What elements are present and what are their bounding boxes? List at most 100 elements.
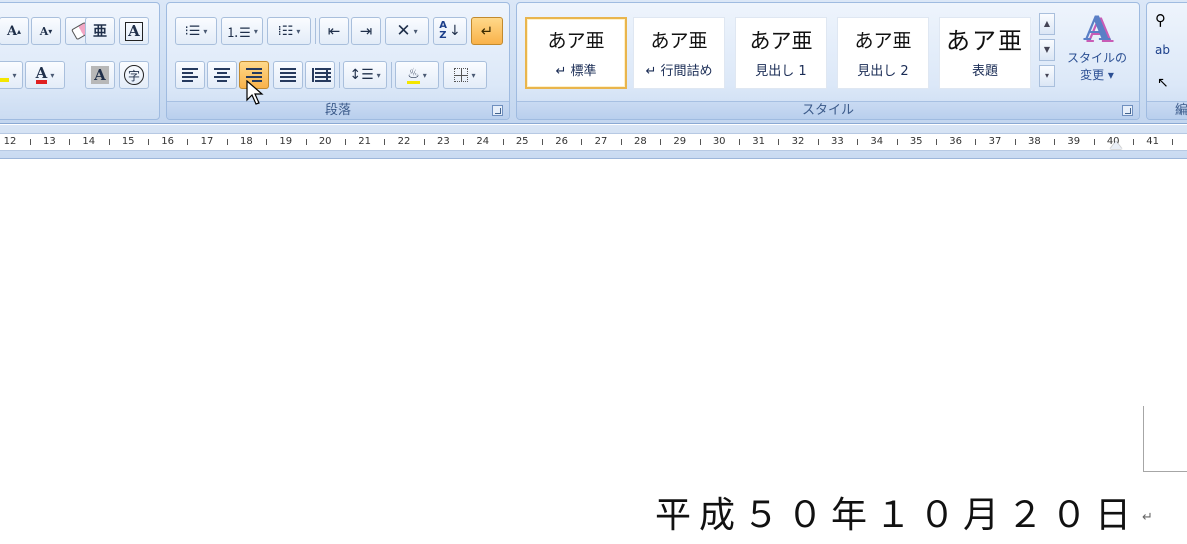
ruler-tick	[620, 139, 622, 145]
horizontal-ruler[interactable]: 12 13 14 15 16 17 18 19 20 21 22 23 24 25 26 27 28 29 30 31…	[0, 125, 1187, 159]
styles-dialog-launcher[interactable]	[1122, 105, 1133, 116]
ruler-label: 26	[555, 136, 568, 147]
date-paragraph[interactable]: 平成５０年１０月２０日	[655, 486, 1139, 538]
asian-layout-button[interactable]: ✕ ▾	[385, 17, 429, 45]
styles-group: あア亜 ↵ 標準 あア亜 ↵ 行間詰め あア亜 見出し 1 あア亜 見出し 2 …	[516, 2, 1140, 120]
ruler-tick	[817, 139, 819, 145]
paint-bucket-icon: ♨	[407, 65, 420, 84]
bullets-button[interactable]: ⁝☰ ▾	[175, 17, 217, 45]
sort-button[interactable]: AZ ↓	[433, 17, 467, 45]
ruler-tick	[541, 139, 543, 145]
ruler-label: 41	[1146, 136, 1159, 147]
ruler-tick	[1014, 139, 1016, 145]
phonetic-guide-button[interactable]: 亜	[85, 17, 115, 45]
editing-group: ⚲ ab ↖ 編	[1146, 2, 1187, 120]
ruler-tick	[778, 139, 780, 145]
asian-layout-icon: ✕	[396, 21, 411, 41]
ruler-tick	[502, 139, 504, 145]
style-tile-heading-2[interactable]: あア亜 見出し 2	[837, 17, 929, 89]
highlighter-icon	[0, 68, 10, 82]
ruler-label: 16	[161, 136, 174, 147]
ruler-tick	[1172, 139, 1174, 145]
ruler-tick	[1132, 139, 1134, 145]
right-indent-marker[interactable]	[1110, 141, 1122, 149]
gallery-scroll-down[interactable]: ▼	[1039, 39, 1055, 61]
ruler-tick	[1054, 139, 1056, 145]
shading-button[interactable]: ♨ ▾	[395, 61, 439, 89]
show-hide-marks-button[interactable]: ↵	[471, 17, 503, 45]
ruler-label: 37	[988, 136, 1002, 147]
highlight-button[interactable]: ▾	[0, 61, 23, 89]
ruler-strip: 12 13 14 15 16 17 18 19 20 21 22 23 24 25 26 27 28 29 30 31…	[0, 133, 1187, 151]
ruler-label: 12	[3, 136, 17, 147]
ruler-tick	[305, 139, 307, 145]
ruler-label: 35	[909, 136, 923, 147]
ruler-label: 28	[634, 136, 647, 147]
align-left-icon	[182, 68, 198, 82]
character-shading-button[interactable]: A	[85, 61, 115, 89]
mouse-cursor-icon	[246, 80, 264, 105]
sort-icon: AZ	[439, 20, 447, 41]
ruler-tick	[463, 139, 465, 145]
replace-icon[interactable]: ab	[1155, 43, 1170, 57]
justify-button[interactable]	[273, 61, 303, 89]
increase-indent-button[interactable]: ⇥	[351, 17, 381, 45]
select-icon[interactable]: ↖	[1157, 75, 1169, 91]
multilevel-list-button[interactable]: ⁞☷ ▾	[267, 17, 311, 45]
change-styles-button[interactable]: A スタイルの 変更 ▾	[1061, 9, 1133, 95]
ruler-label: 25	[515, 136, 529, 147]
line-spacing-button[interactable]: ↕☰ ▾	[343, 61, 387, 89]
enclose-characters-button[interactable]: 字	[119, 61, 149, 89]
ruler-tick	[699, 139, 701, 145]
font-color-button[interactable]: A ▾	[25, 61, 65, 89]
ruler-label: 13	[43, 136, 56, 147]
style-tile-heading-1[interactable]: あア亜 見出し 1	[735, 17, 827, 89]
grow-font-button[interactable]: A ▴	[0, 17, 29, 45]
borders-button[interactable]: ▾	[443, 61, 487, 89]
style-tile-normal[interactable]: あア亜 ↵ 標準	[525, 17, 627, 89]
character-border-button[interactable]: A	[119, 17, 149, 45]
ruler-tick	[147, 139, 149, 145]
line-spacing-icon: ↕☰	[349, 67, 374, 83]
document-page[interactable]: 平成５０年１０月２０日 ↵	[0, 160, 1187, 544]
increase-indent-icon: ⇥	[359, 22, 373, 40]
ruler-tick	[226, 139, 228, 145]
decrease-indent-icon: ⇤	[327, 22, 341, 40]
ruler-tick	[581, 139, 583, 145]
ruler-label: 22	[397, 136, 411, 147]
ruler-label: 38	[1028, 136, 1041, 147]
style-tile-title[interactable]: あア亜 表題	[939, 17, 1031, 89]
align-center-button[interactable]	[207, 61, 237, 89]
decrease-indent-button[interactable]: ⇤	[319, 17, 349, 45]
distributed-button[interactable]	[305, 61, 335, 89]
ruler-label: 19	[279, 136, 293, 147]
ruler-tick	[738, 139, 740, 145]
paragraph-dialog-launcher[interactable]	[492, 105, 503, 116]
ruler-label: 27	[594, 136, 608, 147]
distributed-icon	[312, 68, 331, 82]
align-left-button[interactable]	[175, 61, 205, 89]
shrink-font-button[interactable]: A ▾	[31, 17, 61, 45]
styles-group-label: スタイル	[517, 101, 1139, 119]
ruler-tick	[69, 139, 71, 145]
ruler-tick	[344, 139, 346, 145]
change-styles-icon: A	[1083, 9, 1111, 49]
ruler-label: 21	[358, 136, 371, 147]
ruler-label: 15	[121, 136, 135, 147]
ruler-label: 33	[831, 136, 844, 147]
ruler-label: 31	[752, 136, 765, 147]
numbered-list-icon: ⒈☰	[226, 25, 251, 41]
numbering-button[interactable]: ⒈☰ ▾	[221, 17, 263, 45]
paragraph-mark: ↵	[1142, 510, 1153, 525]
ruler-label: 17	[200, 136, 214, 147]
font-group: A ▴ A ▾ 亜 A ▾ A ▾ A 字	[0, 2, 160, 120]
gallery-scroll-up[interactable]: ▲	[1039, 13, 1055, 35]
ruler-tick	[108, 139, 110, 145]
ruler-label: 29	[673, 136, 687, 147]
ruler-label: 14	[82, 136, 96, 147]
ruler-label: 30	[712, 136, 726, 147]
style-tile-no-spacing[interactable]: あア亜 ↵ 行間詰め	[633, 17, 725, 89]
gallery-expand[interactable]: ▾	[1039, 65, 1055, 87]
find-icon[interactable]: ⚲	[1155, 11, 1166, 29]
ruler-label: 34	[870, 136, 884, 147]
